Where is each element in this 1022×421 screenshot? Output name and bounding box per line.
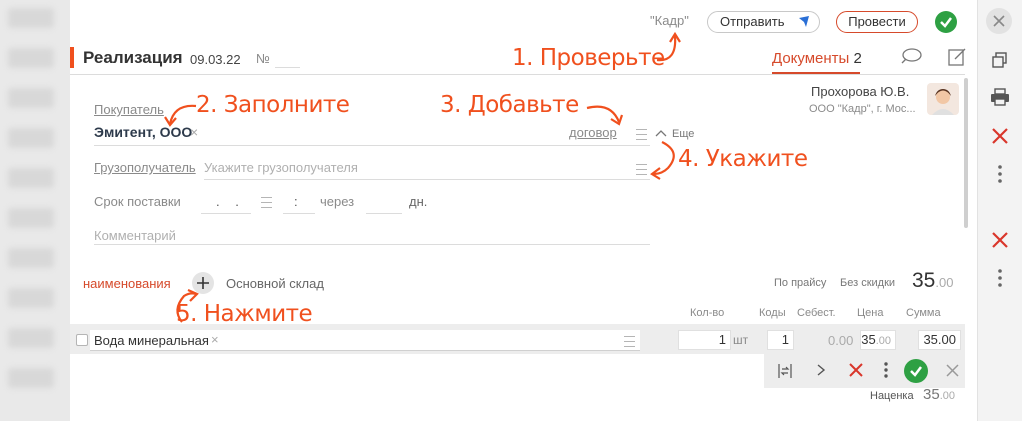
consignee-label[interactable]: Грузополучатель — [94, 160, 196, 175]
org-label[interactable]: "Кадр" — [650, 13, 689, 28]
title-marker — [70, 47, 74, 68]
consignee-input[interactable]: Укажите грузополучателя — [204, 160, 358, 175]
total-dec: .00 — [935, 275, 954, 290]
calendar-menu-icon[interactable] — [261, 197, 272, 208]
cost-value: 0.00 — [828, 333, 854, 348]
warehouse-selector[interactable]: Основной склад — [226, 276, 324, 291]
delete-row-icon[interactable] — [848, 362, 864, 378]
doc-number-label: № — [256, 51, 270, 66]
item-name[interactable]: Вода минеральная — [94, 333, 209, 348]
comment-underline — [94, 244, 650, 245]
annotation-specify: 4. Укажите — [678, 146, 808, 172]
col-sum: Сумма — [906, 307, 941, 319]
copy-icon[interactable] — [991, 51, 1009, 69]
annotation-fill: 2. Заполните — [196, 92, 350, 118]
tab-documents-count: 2 — [853, 50, 862, 67]
delete-doc-icon[interactable] — [991, 127, 1009, 145]
discount-mode[interactable]: Без скидки — [840, 277, 895, 289]
close-row-icon[interactable] — [946, 364, 959, 377]
author-name: Прохорова Ю.В. — [811, 84, 910, 99]
days-label: дн. — [409, 194, 428, 209]
days-input[interactable] — [366, 213, 402, 214]
annotation-arrow-3 — [586, 105, 624, 126]
price-int: 35 — [861, 332, 876, 347]
row-actions — [764, 354, 965, 388]
more-vertical-icon[interactable] — [996, 268, 1004, 288]
delivery-label: Срок поставки — [94, 194, 181, 209]
markup-dec: .00 — [939, 390, 955, 402]
split-icon[interactable] — [776, 362, 794, 380]
items-names-label[interactable]: наименования — [83, 276, 171, 291]
page-title: Реализация — [83, 48, 183, 67]
delete-icon-secondary[interactable] — [991, 231, 1009, 249]
doc-date[interactable]: 09.03.22 — [190, 52, 241, 67]
background-list — [0, 0, 70, 421]
col-codes: Коды — [759, 307, 786, 319]
codes-input[interactable]: 1 — [767, 330, 794, 350]
confirm-row-button[interactable] — [904, 359, 928, 383]
print-icon[interactable] — [989, 87, 1011, 107]
after-label: через — [320, 194, 355, 209]
send-arrow-icon — [799, 16, 809, 27]
consignee-underline — [204, 179, 650, 180]
col-cost: Себест. — [797, 307, 836, 319]
tab-documents[interactable]: Документы 2 — [772, 50, 862, 67]
edit-note-icon[interactable] — [947, 46, 969, 68]
send-label: Отправить — [720, 14, 785, 29]
more-vertical-icon[interactable] — [996, 164, 1004, 184]
close-panel-button[interactable] — [986, 8, 1012, 34]
annotation-add: 3. Добавьте — [440, 92, 579, 118]
price-dec: .00 — [875, 335, 891, 347]
delivery-time-input[interactable]: : — [294, 194, 298, 209]
check-icon — [910, 366, 922, 377]
item-menu-icon[interactable] — [624, 336, 635, 347]
right-toolbar — [977, 0, 1022, 421]
annotation-arrow-4 — [650, 141, 675, 180]
buyer-underline — [94, 145, 650, 146]
author-org: ООО "Кадр", г. Мос... — [809, 103, 916, 115]
comment-input[interactable]: Комментарий — [94, 228, 176, 243]
date-underline — [201, 213, 251, 214]
tabs-divider — [70, 74, 965, 75]
clear-item-icon[interactable]: × — [211, 332, 219, 347]
document-panel: "Кадр" Отправить Провести Реализация 09.… — [70, 0, 977, 421]
sum-input[interactable]: 35.00 — [918, 330, 961, 350]
tab-documents-label: Документы — [772, 50, 850, 67]
row-checkbox[interactable] — [76, 334, 88, 346]
annotation-arrow-1 — [656, 31, 681, 62]
unit-label: шт — [733, 333, 749, 347]
check-icon — [940, 17, 952, 28]
price-mode[interactable]: По прайсу — [774, 277, 826, 289]
annotation-arrow-2 — [164, 104, 197, 127]
send-button[interactable]: Отправить — [707, 11, 820, 33]
save-check-button[interactable] — [935, 11, 957, 33]
buyer-label[interactable]: Покупатель — [94, 102, 164, 117]
price-input[interactable]: 35.00 — [860, 330, 896, 350]
qty-input[interactable]: 1 — [678, 330, 731, 350]
buyer-menu-icon[interactable] — [636, 129, 647, 140]
delivery-date-input[interactable]: . . — [216, 194, 245, 209]
annotation-arrow-5 — [176, 288, 199, 323]
more-vertical-icon[interactable] — [882, 361, 890, 379]
markup-label: Наценка — [870, 390, 914, 402]
total-int: 35 — [912, 269, 936, 292]
total-amount: 35.00 — [912, 269, 953, 293]
vertical-scrollbar[interactable] — [964, 78, 968, 228]
markup-int: 35 — [923, 386, 940, 403]
post-label: Провести — [848, 14, 906, 29]
post-button[interactable]: Провести — [836, 11, 918, 33]
chat-icon[interactable] — [899, 47, 923, 67]
col-qty: Кол-во — [690, 307, 725, 319]
close-icon — [993, 15, 1005, 27]
col-price: Цена — [857, 307, 884, 319]
chevron-right-icon[interactable] — [814, 362, 828, 378]
markup-value: 35.00 — [923, 386, 955, 403]
time-underline — [283, 213, 315, 214]
annotation-check: 1. Проверьте — [512, 45, 665, 71]
chevron-up-icon[interactable] — [655, 129, 667, 137]
consignee-menu-icon[interactable] — [636, 164, 647, 175]
avatar[interactable] — [927, 83, 959, 115]
doc-number-input[interactable] — [275, 67, 300, 68]
